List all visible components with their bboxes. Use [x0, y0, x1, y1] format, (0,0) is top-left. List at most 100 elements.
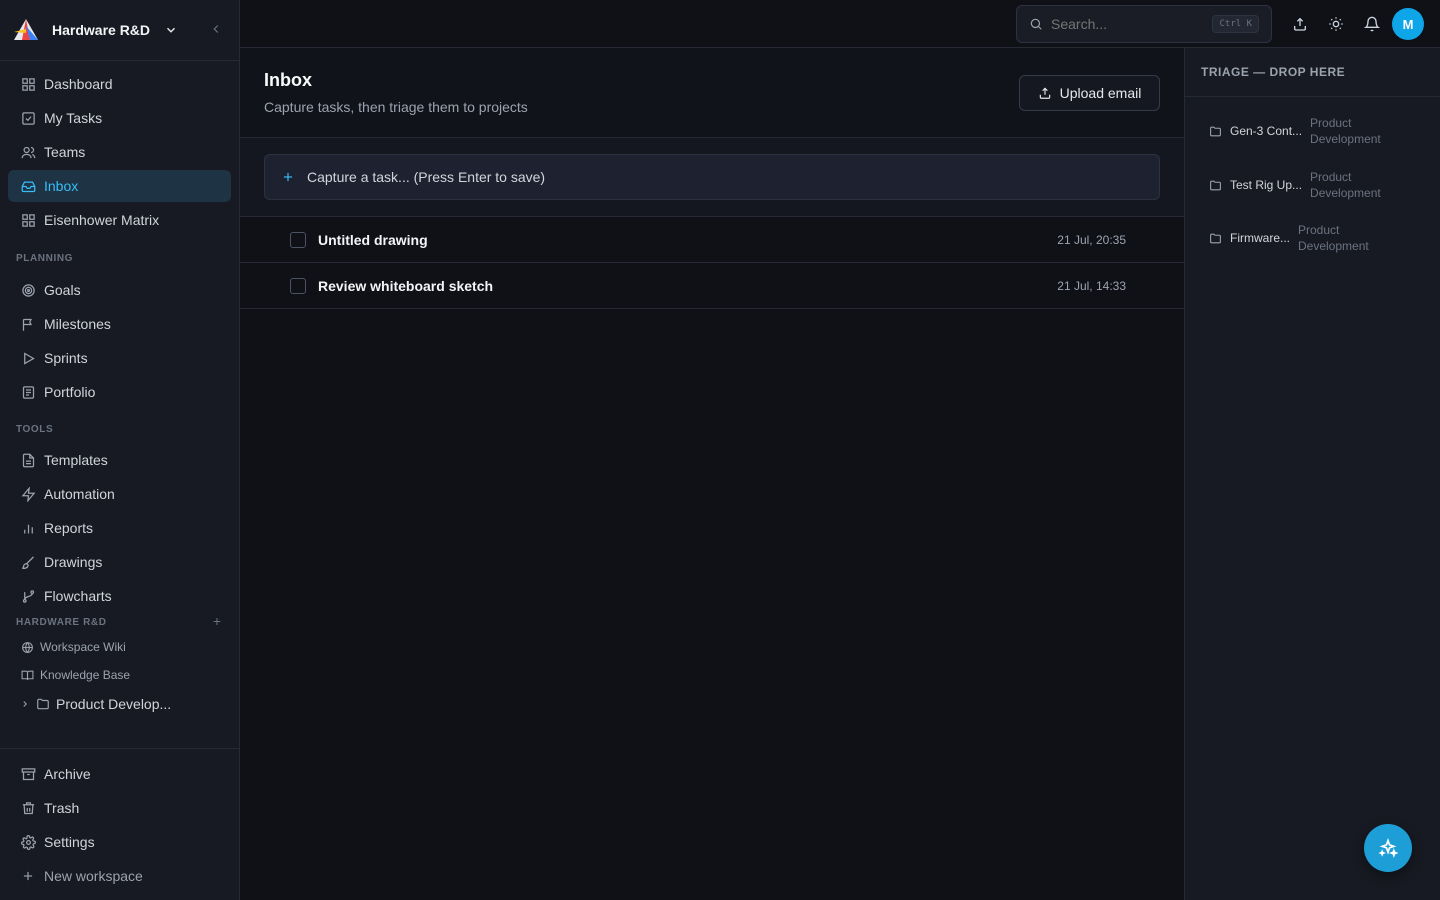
sidebar-item-dashboard[interactable]: Dashboard [8, 68, 231, 100]
triage-target-name: Firmware... [1230, 231, 1290, 245]
folder-icon [1209, 125, 1222, 138]
sidebar-item-label: Archive [44, 766, 91, 782]
sidebar-item-reports[interactable]: Reports [8, 512, 231, 544]
sidebar-item-label: Eisenhower Matrix [44, 212, 160, 228]
capture-task-input[interactable] [307, 169, 1127, 185]
sidebar-item-label: Dashboard [44, 76, 113, 92]
triage-target[interactable]: Gen-3 Cont... Product Development [1209, 115, 1390, 147]
sidebar-item-label: New workspace [44, 868, 143, 884]
section-label-workspace: HARDWARE R&D [16, 617, 107, 628]
search-box[interactable]: Ctrl K [1016, 5, 1272, 43]
page-title: Inbox [264, 70, 312, 90]
sidebar-item-label: Automation [44, 486, 115, 502]
chevron-down-icon [164, 23, 178, 37]
bar-chart-icon [20, 520, 36, 536]
sidebar-item-settings[interactable]: Settings [8, 826, 231, 858]
folder-icon [36, 696, 50, 712]
sparkles-icon [1378, 838, 1398, 858]
main-content: Inbox Capture tasks, then triage them to… [240, 48, 1184, 900]
sidebar-item-flowcharts[interactable]: Flowcharts [8, 580, 231, 612]
topbar: Ctrl K M [240, 0, 1440, 48]
page-subtitle: Capture tasks, then triage them to proje… [264, 99, 528, 115]
sidebar-item-label: Templates [44, 452, 108, 468]
sidebar-item-label: Portfolio [44, 384, 96, 400]
table-row[interactable]: Untitled drawing 21 Jul, 20:35 [240, 217, 1184, 263]
ai-assistant-button[interactable] [1364, 824, 1412, 872]
sidebar-item-automation[interactable]: Automation [8, 478, 231, 510]
section-label-planning: PLANNING [16, 253, 74, 264]
sun-icon[interactable] [1326, 14, 1346, 34]
sidebar-item-drawings[interactable]: Drawings [8, 546, 231, 578]
search-icon [1029, 17, 1043, 31]
upload-icon [1038, 86, 1052, 100]
users-icon [20, 144, 36, 160]
sidebar-item-portfolio[interactable]: Portfolio [8, 376, 231, 408]
sidebar-item-knowledge-base[interactable]: Knowledge Base [8, 662, 231, 688]
grid-icon [20, 76, 36, 92]
task-date: 21 Jul, 14:33 [1057, 278, 1126, 293]
check-square-icon [20, 110, 36, 126]
sidebar-item-my-tasks[interactable]: My Tasks [8, 102, 231, 134]
sidebar-item-archive[interactable]: Archive [8, 758, 231, 790]
upload-icon[interactable] [1290, 14, 1310, 34]
add-workspace-item-icon[interactable]: + [213, 613, 221, 629]
sidebar-item-sprints[interactable]: Sprints [8, 342, 231, 374]
book-open-icon [20, 668, 34, 682]
sidebar-item-milestones[interactable]: Milestones [8, 308, 231, 340]
sidebar-item-workspace-wiki[interactable]: Workspace Wiki [8, 634, 231, 660]
new-workspace-button[interactable]: New workspace [8, 860, 231, 892]
lightning-icon [20, 486, 36, 502]
sidebar-item-eisenhower-matrix[interactable]: Eisenhower Matrix [8, 204, 231, 236]
brush-icon [20, 554, 36, 570]
page-header: Inbox Capture tasks, then triage them to… [240, 48, 1184, 138]
portfolio-icon [20, 384, 36, 400]
sidebar-item-trash[interactable]: Trash [8, 792, 231, 824]
gear-icon [20, 834, 36, 850]
search-input[interactable] [1051, 16, 1201, 32]
triage-target-project: Product Development [1298, 223, 1369, 253]
app-root: Hardware R&D Dashboard My Tasks Teams In… [0, 0, 1440, 900]
triage-target[interactable]: Test Rig Up... Product Development [1209, 169, 1390, 201]
sidebar-item-templates[interactable]: Templates [8, 444, 231, 476]
capture-box[interactable] [264, 154, 1160, 200]
matrix-icon [20, 212, 36, 228]
triage-title: TRIAGE — DROP HERE [1201, 65, 1346, 79]
triage-target-name: Test Rig Up... [1230, 178, 1303, 192]
sidebar-item-product-development[interactable]: Product Develop... [8, 688, 231, 720]
avatar[interactable]: M [1392, 8, 1424, 40]
sidebar-item-label: Reports [44, 520, 94, 536]
triage-target[interactable]: Firmware... Product Development [1209, 222, 1378, 254]
sidebar-item-label: Goals [44, 282, 81, 298]
table-row[interactable]: Review whiteboard sketch 21 Jul, 14:33 [240, 263, 1184, 309]
sidebar-item-label: My Tasks [44, 110, 103, 126]
section-label-tools: TOOLS [16, 424, 54, 435]
sidebar-item-label: Drawings [44, 554, 103, 570]
sidebar-item-label: Teams [44, 144, 86, 160]
archive-icon [20, 766, 36, 782]
sidebar-item-label: Trash [44, 800, 80, 816]
sidebar-item-label: Knowledge Base [40, 668, 131, 682]
sidebar-item-teams[interactable]: Teams [8, 136, 231, 168]
git-branch-icon [20, 588, 36, 604]
capture-area [240, 138, 1184, 217]
file-text-icon [20, 452, 36, 468]
sidebar-item-label: Flowcharts [44, 588, 112, 604]
triage-header: TRIAGE — DROP HERE [1185, 48, 1440, 97]
bell-icon[interactable] [1362, 14, 1382, 34]
upload-email-button[interactable]: Upload email [1019, 75, 1160, 111]
sidebar-item-goals[interactable]: Goals [8, 274, 231, 306]
task-checkbox[interactable] [290, 231, 306, 248]
workspace-logo-icon [12, 16, 40, 44]
trash-icon [20, 800, 36, 816]
sidebar-item-inbox[interactable]: Inbox [8, 170, 231, 202]
task-title: Untitled drawing [318, 231, 428, 248]
task-checkbox[interactable] [290, 277, 306, 294]
inbox-icon [20, 178, 36, 194]
triage-target-project: Product Development [1310, 170, 1381, 200]
collapse-sidebar-icon[interactable] [209, 22, 223, 36]
plus-icon [281, 170, 295, 184]
chevron-right-icon[interactable] [20, 696, 30, 712]
task-title: Review whiteboard sketch [318, 277, 494, 294]
workspace-switcher[interactable]: Hardware R&D [0, 0, 239, 61]
flag-icon [20, 316, 36, 332]
